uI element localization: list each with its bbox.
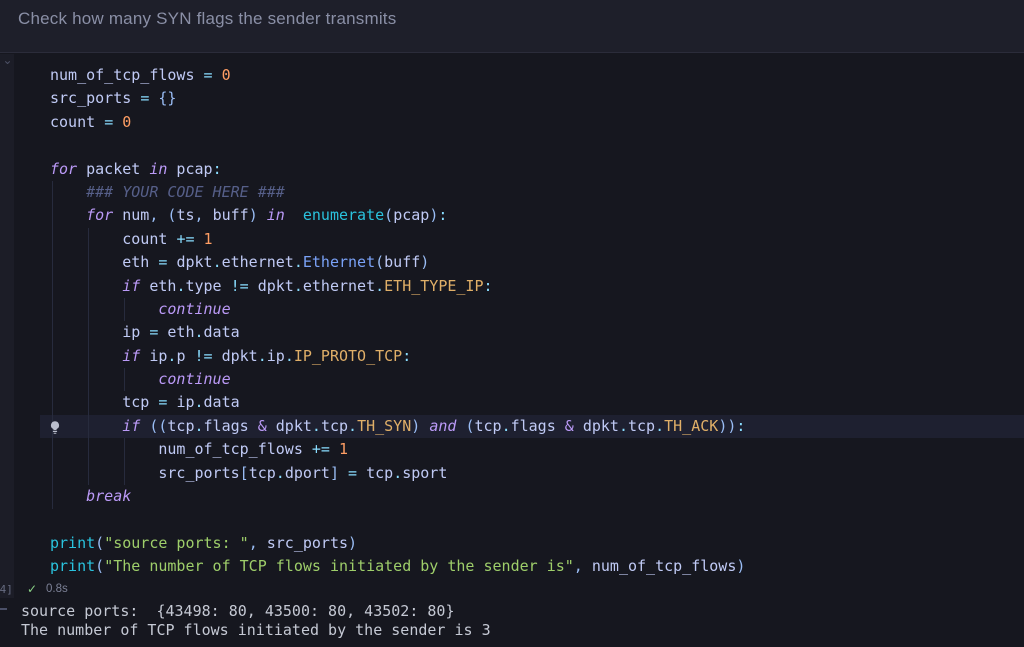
code-line[interactable]: count += 1 xyxy=(15,228,1024,251)
code-line[interactable]: continue xyxy=(15,298,1024,321)
lightbulb-icon[interactable] xyxy=(48,419,62,434)
code-line[interactable]: eth = dpkt.ethernet.Ethernet(buff) xyxy=(15,251,1024,274)
code-line[interactable]: count = 0 xyxy=(15,111,1024,134)
code-line[interactable]: if eth.type != dpkt.ethernet.ETH_TYPE_IP… xyxy=(15,275,1024,298)
code-editor[interactable]: num_of_tcp_flows = 0 src_ports = {} count … xyxy=(15,54,1024,579)
cell-status-bar: [4] ✓ 0.8s xyxy=(0,580,1024,600)
execution-duration: 0.8s xyxy=(46,583,68,595)
code-line[interactable] xyxy=(15,508,1024,531)
code-line[interactable]: for num, (ts, buff) in enumerate(pcap): xyxy=(15,204,1024,227)
success-check-icon: ✓ xyxy=(27,582,38,596)
cell-left-margin xyxy=(0,54,14,598)
code-line[interactable]: ### YOUR CODE HERE ### xyxy=(15,181,1024,204)
code-line[interactable]: print("source ports: ", src_ports) xyxy=(15,532,1024,555)
code-line[interactable]: src_ports[tcp.dport] = tcp.sport xyxy=(15,462,1024,485)
code-line[interactable]: if ip.p != dpkt.ip.IP_PROTO_TCP: xyxy=(15,345,1024,368)
code-line[interactable]: num_of_tcp_flows = 0 xyxy=(15,64,1024,87)
code-line[interactable]: num_of_tcp_flows += 1 xyxy=(15,438,1024,461)
code-line[interactable] xyxy=(15,134,1024,157)
output-line: The number of TCP flows initiated by the… xyxy=(21,620,491,639)
code-line[interactable]: tcp = ip.data xyxy=(15,391,1024,414)
output-collapse-indicator[interactable] xyxy=(0,608,7,610)
code-line[interactable]: for packet in pcap: xyxy=(15,158,1024,181)
code-lines: num_of_tcp_flows = 0 src_ports = {} count … xyxy=(15,64,1024,579)
code-line[interactable]: if ((tcp.flags & dpkt.tcp.TH_SYN) and (t… xyxy=(15,414,1024,439)
execution-count: [4] xyxy=(0,583,13,596)
cell-output: source ports: {43498: 80, 43500: 80, 435… xyxy=(21,602,1024,639)
cell-collapse-chevron-icon[interactable]: ⌄ xyxy=(1,53,14,67)
code-line[interactable]: ip = eth.data xyxy=(15,321,1024,344)
code-line[interactable]: print("The number of TCP flows initiated… xyxy=(15,555,1024,578)
code-line[interactable]: src_ports = {} xyxy=(15,87,1024,110)
code-line[interactable]: break xyxy=(15,485,1024,508)
code-line[interactable]: continue xyxy=(15,368,1024,391)
output-line: source ports: {43498: 80, 43500: 80, 435… xyxy=(21,602,455,620)
markdown-cell[interactable]: Check how many SYN flags the sender tran… xyxy=(0,0,1024,53)
markdown-cell-title: Check how many SYN flags the sender tran… xyxy=(18,9,397,28)
